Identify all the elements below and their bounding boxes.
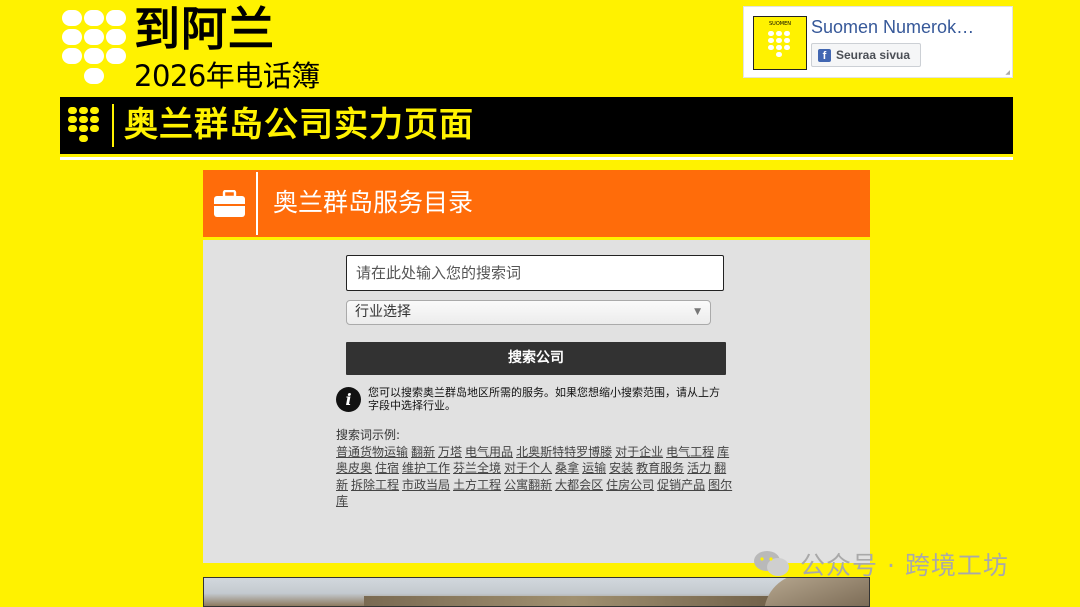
resize-corner-icon: ◢ [1005,69,1010,76]
example-link[interactable]: 安装 [609,461,633,475]
facebook-page-name[interactable]: Suomen Numerok… [811,17,974,38]
wechat-icon [754,551,789,576]
example-link[interactable]: 土方工程 [453,478,501,492]
example-link[interactable]: 电气工程 [666,445,714,459]
page-banner: 奥兰群岛公司实力页面 [60,97,1013,154]
landscape-photo [203,577,870,607]
facebook-page-widget: SUOMEN Suomen Numerok… f Seuraa sivua ◢ [743,6,1013,78]
site-logo[interactable]: 到阿兰 2026年电话簿 [60,2,360,94]
header-divider [256,172,258,235]
follow-label: Seuraa sivua [836,48,911,62]
industry-select-value: 行业选择 [355,304,411,320]
example-link[interactable]: 市政当局 [402,478,450,492]
example-link[interactable]: 公寓翻新 [504,478,552,492]
example-link[interactable]: 电气用品 [465,445,513,459]
info-text: 您可以搜索奥兰群岛地区所需的服务。如果您想缩小搜索范围，请从上方字段中选择行业。 [368,386,720,412]
examples-label: 搜索词示例: [336,428,401,442]
watermark-text: 公众号 · 跨境工坊 [800,551,1009,580]
example-link[interactable]: 运输 [582,461,606,475]
facebook-page-thumbnail[interactable]: SUOMEN [753,16,807,70]
example-link[interactable]: 活力 [687,461,711,475]
example-link[interactable]: 住宿 [375,461,399,475]
banner-underline [60,157,1013,160]
example-link[interactable]: 大都会区 [555,478,603,492]
logo-subtitle: 2026年电话簿 [134,59,320,93]
example-link[interactable]: 万塔 [438,445,462,459]
directory-header: 奥兰群岛服务目录 [203,170,870,237]
search-panel: 行业选择 ▼ 搜索公司 i 您可以搜索奥兰群岛地区所需的服务。如果您想缩小搜索范… [203,240,870,563]
keypad-icon [68,105,106,147]
example-link[interactable]: 教育服务 [636,461,684,475]
facebook-follow-button[interactable]: f Seuraa sivua [811,43,921,67]
example-link[interactable]: 对于个人 [504,461,552,475]
example-link[interactable]: 维护工作 [402,461,450,475]
info-icon: i [336,387,361,412]
example-links: 普通货物运输 翻新 万塔 电气用品 北奥斯特特罗博滕 对于企业 电气工程 库奥皮奥 住宿 维护工作… [336,444,734,509]
industry-select[interactable]: 行业选择 ▼ [346,300,711,325]
example-link[interactable]: 北奥斯特特罗博滕 [516,445,612,459]
example-link[interactable]: 促销产品 [657,478,705,492]
search-input[interactable] [346,255,724,291]
wechat-watermark: 公众号 · 跨境工坊 [752,547,1009,581]
thumbnail-label: SUOMEN [769,21,791,27]
photo-grass [364,596,784,606]
directory-title: 奥兰群岛服务目录 [273,188,474,217]
example-link[interactable]: 芬兰全境 [453,461,501,475]
facebook-icon: f [818,48,831,62]
example-link[interactable]: 对于企业 [615,445,663,459]
banner-divider [112,104,114,147]
logo-title: 到阿兰 [134,2,275,56]
banner-title: 奥兰群岛公司实力页面 [124,105,474,145]
keypad-logo-icon [60,6,130,94]
search-companies-button[interactable]: 搜索公司 [346,342,726,375]
briefcase-icon [214,190,245,217]
dropdown-arrow-icon: ▼ [694,307,701,317]
example-link[interactable]: 住房公司 [606,478,654,492]
example-link[interactable]: 拆除工程 [351,478,399,492]
example-link[interactable]: 桑拿 [555,461,579,475]
example-link[interactable]: 普通货物运输 [336,445,408,459]
example-link[interactable]: 翻新 [411,445,435,459]
